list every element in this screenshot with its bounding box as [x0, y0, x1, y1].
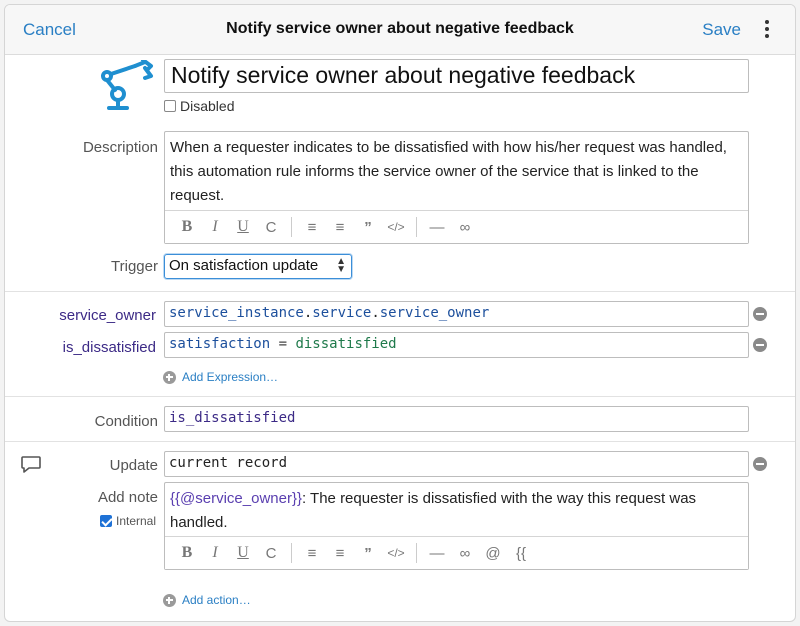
- mention-icon[interactable]: @: [479, 545, 507, 562]
- expression-token: service_owner: [379, 305, 490, 321]
- trigger-select[interactable]: On satisfaction update ▲ ▼: [164, 254, 352, 279]
- update-input[interactable]: current record: [164, 451, 749, 477]
- italic-button[interactable]: I: [201, 544, 229, 562]
- quote-icon[interactable]: ”: [354, 219, 382, 236]
- add-action-label: Add action…: [182, 593, 251, 607]
- section-divider: [5, 291, 795, 292]
- update-label: Update: [109, 457, 158, 474]
- remove-expression-icon[interactable]: [753, 338, 767, 352]
- internal-checkbox-row[interactable]: Internal: [100, 514, 156, 528]
- bullet-list-icon[interactable]: ≡: [326, 219, 354, 236]
- disabled-label: Disabled: [180, 98, 235, 114]
- plus-icon: [163, 593, 176, 607]
- numbered-list-icon[interactable]: ≡: [298, 219, 326, 236]
- note-editor[interactable]: {{@service_owner}}: The requester is dis…: [164, 482, 749, 570]
- remove-action-icon[interactable]: [753, 457, 767, 471]
- trigger-label: Trigger: [111, 258, 158, 275]
- description-label: Description: [82, 139, 158, 156]
- comment-icon: [21, 456, 41, 473]
- plus-icon: [163, 370, 176, 384]
- link-icon[interactable]: ∞: [451, 545, 479, 562]
- select-arrows-icon: ▲ ▼: [336, 256, 346, 275]
- page-title: Notify service owner about negative feed…: [226, 20, 574, 37]
- toolbar-divider: [416, 543, 417, 563]
- horizontal-rule-icon[interactable]: —: [423, 545, 451, 562]
- section-divider: [5, 441, 795, 442]
- rule-name-input[interactable]: Notify service owner about negative feed…: [164, 59, 749, 93]
- description-editor[interactable]: When a requester indicates to be dissati…: [164, 131, 749, 244]
- expression-input[interactable]: service_instance.service.service_owner: [164, 301, 749, 327]
- expression-token: service: [312, 305, 372, 321]
- italic-button[interactable]: I: [201, 218, 229, 236]
- disabled-checkbox[interactable]: [164, 100, 176, 112]
- note-text-line: : The requester is dissatisfied with the…: [301, 490, 697, 507]
- expression-token: satisfaction: [169, 336, 271, 352]
- expression-token: dissatisfied: [295, 336, 397, 352]
- more-options-icon[interactable]: [761, 17, 773, 41]
- section-divider: [5, 396, 795, 397]
- bullet-list-icon[interactable]: ≡: [326, 545, 354, 562]
- description-toolbar: B I U C ≡ ≡ ” </> — ∞: [165, 210, 748, 243]
- remove-expression-icon[interactable]: [753, 307, 767, 321]
- header-bar: Cancel Notify service owner about negati…: [5, 5, 795, 55]
- add-expression-link[interactable]: Add Expression…: [163, 370, 278, 384]
- note-text[interactable]: {{@service_owner}}: The requester is dis…: [165, 483, 748, 539]
- toolbar-divider: [291, 543, 292, 563]
- note-variable: {{@service_owner}}: [170, 490, 302, 507]
- note-text-line: handled.: [170, 514, 228, 531]
- numbered-list-icon[interactable]: ≡: [298, 545, 326, 562]
- expression-name: is_dissatisfied: [62, 339, 156, 356]
- toolbar-divider: [416, 217, 417, 237]
- expression-input[interactable]: satisfaction = dissatisfied: [164, 332, 749, 358]
- disabled-checkbox-row[interactable]: Disabled: [164, 98, 234, 114]
- add-note-label: Add note: [97, 489, 158, 506]
- add-expression-label: Add Expression…: [182, 370, 279, 384]
- internal-checkbox[interactable]: [100, 515, 112, 527]
- expression-token: .: [371, 305, 380, 321]
- expression-token: service_instance: [169, 305, 304, 321]
- trigger-selected-value: On satisfaction update: [169, 257, 319, 274]
- underline-button[interactable]: U: [229, 218, 257, 236]
- link-icon[interactable]: ∞: [451, 219, 479, 236]
- bold-button[interactable]: B: [173, 544, 201, 562]
- expression-token: =: [270, 336, 296, 352]
- add-action-link[interactable]: Add action…: [163, 593, 251, 607]
- robot-arm-icon: [101, 60, 153, 110]
- quote-icon[interactable]: ”: [354, 545, 382, 562]
- variable-icon[interactable]: {{: [507, 545, 535, 562]
- description-text[interactable]: When a requester indicates to be dissati…: [165, 132, 748, 212]
- note-toolbar: B I U C ≡ ≡ ” </> — ∞ @ {{: [165, 536, 748, 569]
- internal-label: Internal: [116, 514, 157, 528]
- toolbar-divider: [291, 217, 292, 237]
- condition-input[interactable]: is_dissatisfied: [164, 406, 749, 432]
- clear-format-icon[interactable]: C: [257, 219, 285, 236]
- automation-rule-editor: Cancel Notify service owner about negati…: [4, 4, 796, 622]
- code-icon[interactable]: </>: [382, 546, 410, 560]
- code-icon[interactable]: </>: [382, 220, 410, 234]
- underline-button[interactable]: U: [229, 544, 257, 562]
- horizontal-rule-icon[interactable]: —: [423, 219, 451, 236]
- expression-name: service_owner: [59, 307, 156, 324]
- condition-label: Condition: [94, 413, 158, 430]
- clear-format-icon[interactable]: C: [257, 545, 285, 562]
- bold-button[interactable]: B: [173, 218, 201, 236]
- save-button[interactable]: Save: [702, 20, 741, 40]
